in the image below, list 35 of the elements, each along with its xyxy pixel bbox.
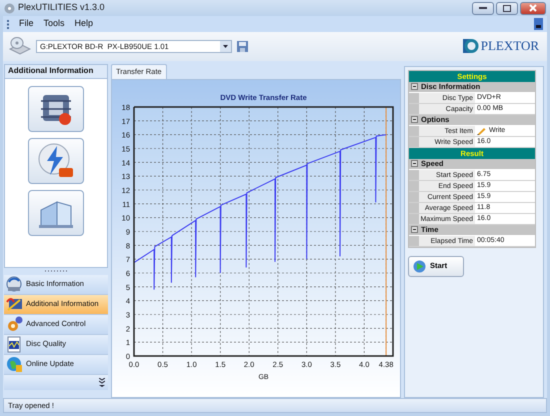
window-title: PlexUTILITIES v1.3.0: [18, 1, 105, 14]
close-button[interactable]: [520, 2, 546, 15]
tool-button[interactable]: [28, 86, 84, 132]
chevron-icon[interactable]: [99, 378, 105, 387]
nav-icon: [6, 336, 23, 353]
nav-icon: [6, 316, 23, 333]
tool-button[interactable]: [28, 138, 84, 184]
maximize-icon: [503, 4, 511, 12]
nav-icon: [6, 276, 23, 293]
play-icon: [413, 260, 426, 273]
logo-text: PLEXTOR: [480, 37, 539, 56]
minimize-button[interactable]: [472, 2, 494, 15]
logo-icon: [462, 38, 479, 54]
app-icon: [4, 2, 15, 14]
collapse-icon[interactable]: [411, 226, 418, 234]
menu-item[interactable]: Tools: [44, 17, 65, 31]
sidebar-title: Additional Information: [4, 64, 108, 78]
nav-icon: [6, 296, 23, 313]
save-icon[interactable]: [237, 40, 248, 52]
maximize-button[interactable]: [496, 2, 518, 15]
minimize-icon: [479, 6, 487, 10]
close-icon: [529, 4, 537, 12]
collapse-icon[interactable]: [411, 83, 418, 90]
caret-icon: [223, 44, 228, 48]
tool-button[interactable]: [28, 190, 84, 236]
menu-item[interactable]: File: [19, 17, 34, 31]
collapse-icon[interactable]: [411, 160, 418, 168]
lightning-icon: [37, 142, 75, 180]
collapse-icon[interactable]: [411, 116, 418, 124]
splitter-grip-icon[interactable]: [45, 270, 67, 272]
nav-icon: [6, 356, 23, 373]
drive-icon: [9, 36, 31, 56]
menu-item[interactable]: Help: [74, 17, 94, 31]
options-icon[interactable]: [534, 18, 543, 30]
pencil-icon: [477, 126, 486, 135]
